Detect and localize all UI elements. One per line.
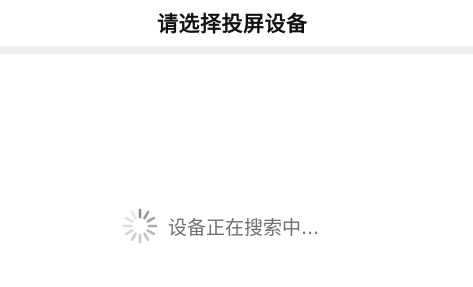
- header-bar: 请选择投屏设备: [0, 0, 473, 46]
- loading-text: 设备正在搜索中...: [168, 216, 320, 239]
- page-title: 请选择投屏设备: [157, 12, 308, 36]
- loading-spinner-icon: [122, 208, 158, 244]
- device-search-status: 设备正在搜索中...: [120, 206, 319, 246]
- header-divider: [0, 46, 473, 54]
